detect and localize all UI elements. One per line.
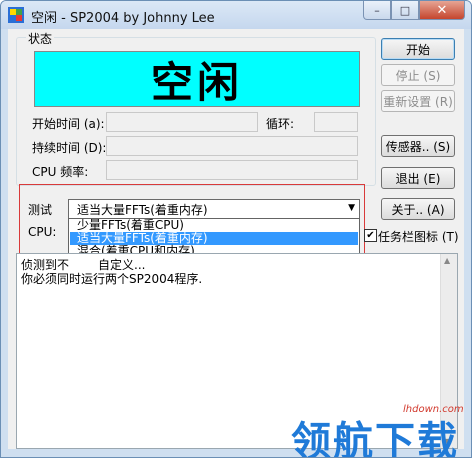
chevron-down-icon[interactable]: ▼ xyxy=(348,203,355,213)
status-display: 空闲 xyxy=(34,51,360,107)
cpu-frequency-label: CPU 频率: xyxy=(32,165,89,179)
app-window: 空闲 - SP2004 by Johnny Lee – □ ✕ 状态 空闲 开始… xyxy=(0,0,472,458)
start-time-label: 开始时间 (a): xyxy=(32,117,105,131)
scroll-up-icon[interactable]: ▲ xyxy=(444,256,450,265)
test-label: 测试 xyxy=(28,203,53,217)
test-select[interactable]: 适当大量FFTs(着重内存) ▼ xyxy=(68,199,360,219)
title-bar[interactable]: 空闲 - SP2004 by Johnny Lee – □ ✕ xyxy=(1,1,471,29)
stop-button[interactable]: 停止 (S) xyxy=(381,64,455,86)
cpu-frequency-field xyxy=(106,160,358,180)
duration-label: 持续时间 (D): xyxy=(32,141,107,155)
cycle-field xyxy=(314,112,358,132)
watermark-logo: 领航下载 xyxy=(291,419,459,458)
cycle-label: 循环: xyxy=(266,117,295,131)
status-group-label: 状态 xyxy=(26,30,55,47)
start-time-field xyxy=(106,112,258,132)
tray-icon-label: 任务栏图标 (T) xyxy=(378,230,459,244)
maximize-button[interactable]: □ xyxy=(391,1,419,20)
dropdown-option-custom[interactable]: 自定义... xyxy=(96,256,148,273)
duration-field xyxy=(106,136,358,156)
tray-icon-checkbox[interactable]: ✔ xyxy=(364,229,377,242)
client-area: 状态 空闲 开始时间 (a): 循环: 持续时间 (D): CPU 频率: 开始… xyxy=(8,29,464,449)
sensor-button[interactable]: 传感器.. (S) xyxy=(381,135,455,157)
test-select-value: 适当大量FFTs(着重内存) xyxy=(77,203,208,217)
start-button[interactable]: 开始 xyxy=(381,38,455,60)
window-title: 空闲 - SP2004 by Johnny Lee xyxy=(31,11,215,26)
window-controls: – □ ✕ xyxy=(363,1,465,21)
close-button[interactable]: ✕ xyxy=(419,1,465,20)
exit-button[interactable]: 退出 (E) xyxy=(381,167,455,189)
about-button[interactable]: 关于.. (A) xyxy=(381,198,455,220)
app-icon xyxy=(8,7,24,23)
reset-button[interactable]: 重新设置 (R) xyxy=(381,90,455,112)
cpu-label: CPU: xyxy=(28,225,57,239)
minimize-button[interactable]: – xyxy=(363,1,391,20)
